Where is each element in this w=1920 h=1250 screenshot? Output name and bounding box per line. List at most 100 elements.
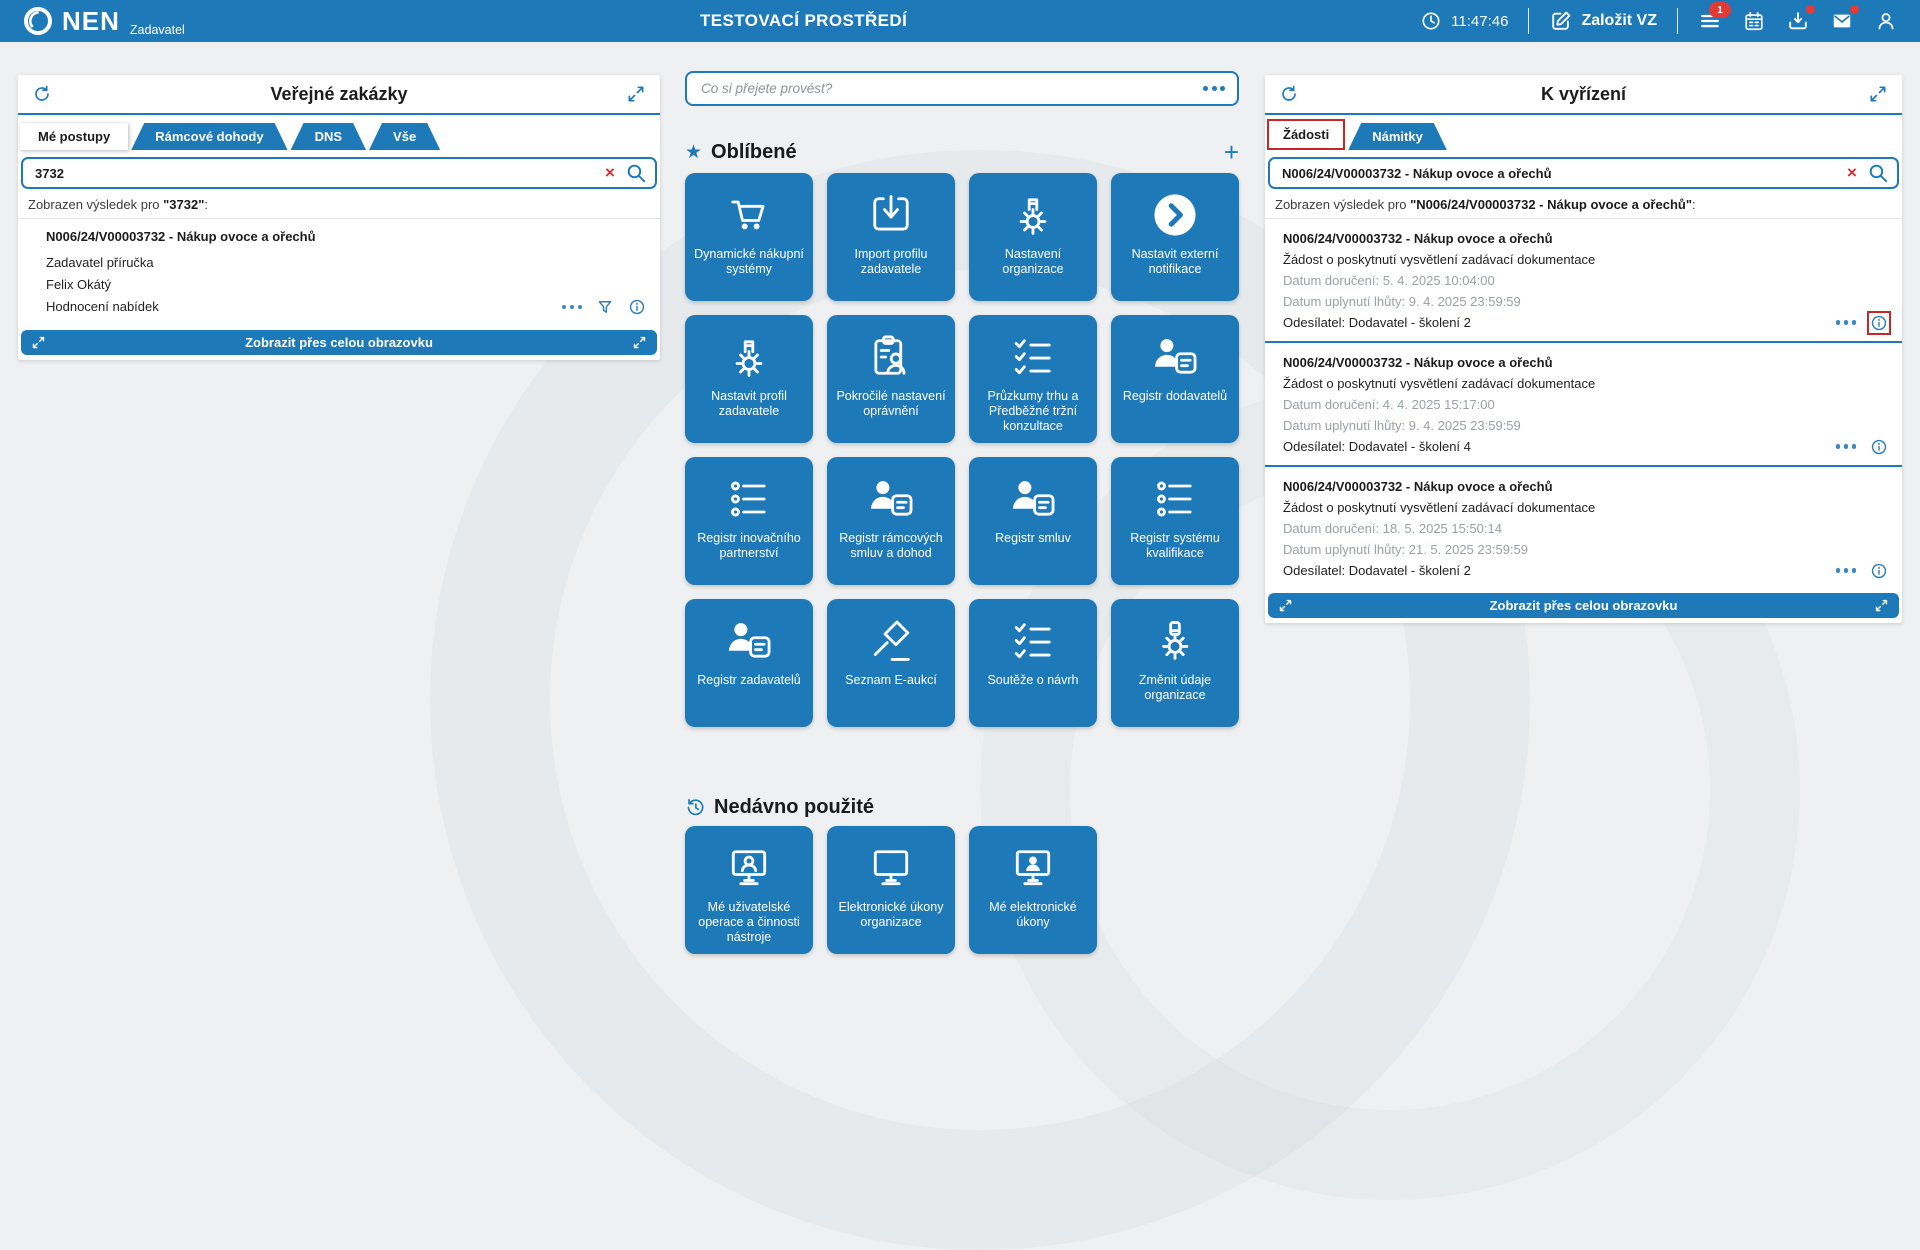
tile-my-electronic-acts[interactable]: Mé elektronické úkony — [969, 826, 1097, 954]
refresh-icon[interactable] — [32, 84, 52, 104]
more-options-icon[interactable] — [1835, 568, 1856, 573]
fullscreen-button[interactable]: Zobrazit přes celou obrazovku — [1268, 593, 1899, 618]
tile-set-external-notifications[interactable]: Nastavit externí notifikace — [1111, 173, 1239, 301]
create-vz-label: Založit VZ — [1581, 12, 1657, 29]
environment-title: TESTOVACÍ PROSTŘEDÍ — [700, 11, 908, 30]
clear-search-icon[interactable]: × — [601, 162, 619, 184]
tab-zadosti[interactable]: Žádosti — [1267, 119, 1346, 150]
tile-label: Mé elektronické úkony — [989, 900, 1077, 929]
menu-button[interactable]: 1 — [1698, 2, 1731, 33]
tab-vse[interactable]: Vše — [369, 123, 440, 150]
favorites-grid: Dynamické nákupní systémy Import profilu… — [685, 173, 1239, 727]
result-info-line: Zobrazen výsledek pro "3732": — [28, 197, 208, 212]
tile-supplier-register[interactable]: Registr dodavatelů — [1111, 315, 1239, 443]
tab-ramcove-dohody[interactable]: Rámcové dohody — [131, 123, 287, 150]
monitor-person-icon — [723, 842, 775, 894]
expand-icon[interactable] — [626, 84, 646, 104]
brand-name: NEN — [62, 6, 120, 36]
fullscreen-label: Zobrazit přes celou obrazovku — [1489, 598, 1678, 613]
messages-button[interactable] — [1830, 5, 1859, 33]
tile-e-auction-list[interactable]: Seznam E-aukcí — [827, 599, 955, 727]
tile-qualification-system-register[interactable]: Registr systému kvalifikace — [1111, 457, 1239, 585]
favorites-title: Oblíbené — [711, 140, 797, 163]
request-title: N006/24/V00003732 - Nákup ovoce a ořechů — [1283, 355, 1553, 370]
assistant-search-input[interactable] — [685, 71, 1239, 106]
tile-design-contests[interactable]: Soutěže o návrh — [969, 599, 1097, 727]
gear-building-icon — [1007, 189, 1059, 241]
more-options-icon[interactable] — [1835, 444, 1856, 449]
recent-grid: Mé uživatelské operace a činnosti nástro… — [685, 826, 1239, 954]
request-sender: Odesílatel: Dodavatel - školení 2 — [1283, 563, 1471, 578]
add-favorite-icon[interactable]: + — [1224, 139, 1239, 165]
tile-change-organization-details[interactable]: Změnit údaje organizace — [1111, 599, 1239, 727]
expand-icon — [1278, 598, 1293, 613]
refresh-icon[interactable] — [1279, 84, 1299, 104]
tile-label: Nastavit externí notifikace — [1131, 247, 1219, 276]
download-tray-icon — [1789, 12, 1807, 30]
clock-icon — [1419, 9, 1443, 33]
tab-dns[interactable]: DNS — [291, 123, 366, 150]
checklist-icon — [1007, 615, 1059, 667]
search-icon[interactable] — [625, 162, 647, 184]
tile-framework-contracts-register[interactable]: Registr rámcových smluv a dohod — [827, 457, 955, 585]
tile-market-research-preliminary-consultations[interactable]: Průzkumy trhu a Předběžné tržní konzulta… — [969, 315, 1097, 443]
tab-namitky[interactable]: Námitky — [1348, 123, 1447, 150]
request-item[interactable]: N006/24/V00003732 - Nákup ovoce a ořechů… — [1265, 219, 1902, 341]
divider — [18, 113, 660, 115]
vz-result-item[interactable]: N006/24/V00003732 - Nákup ovoce a ořechů… — [18, 219, 660, 326]
create-vz-button[interactable]: Založit VZ — [1549, 9, 1657, 33]
tile-contracting-authority-register[interactable]: Registr zadavatelů — [685, 599, 813, 727]
info-icon[interactable] — [628, 298, 646, 316]
assistant-more-icon[interactable] — [1203, 86, 1225, 91]
more-options-icon[interactable] — [1835, 320, 1856, 325]
expand-icon[interactable] — [1868, 84, 1888, 104]
expand-icon — [632, 335, 647, 350]
vz-search-input[interactable] — [21, 157, 657, 189]
tile-label: Registr zadavatelů — [697, 673, 801, 687]
person-doc-icon — [865, 473, 917, 525]
tile-advanced-permission-settings[interactable]: Pokročilé nastavení oprávnění — [827, 315, 955, 443]
calendar-icon — [1745, 11, 1763, 31]
dashboard-center: ★ Oblíbené + Dynamické nákupní systémy I… — [685, 71, 1239, 954]
requests-search-input[interactable] — [1268, 157, 1899, 189]
info-icon[interactable] — [1870, 562, 1888, 580]
calendar-button[interactable] — [1742, 9, 1766, 33]
tile-contract-register[interactable]: Registr smluv — [969, 457, 1097, 585]
nen-logo[interactable]: NEN Zadavatel — [0, 5, 185, 37]
tile-label: Mé uživatelské operace a činnosti nástro… — [698, 900, 800, 944]
import-icon — [865, 189, 917, 241]
compose-icon — [1549, 9, 1573, 33]
tile-organization-settings[interactable]: Nastavení organizace — [969, 173, 1097, 301]
request-item[interactable]: N006/24/V00003732 - Nákup ovoce a ořechů… — [1265, 341, 1902, 465]
inbox-download-button[interactable] — [1786, 5, 1815, 33]
request-received-date: Datum doručení: 18. 5. 2025 15:50:14 — [1283, 521, 1502, 536]
monitor-person-filled-icon — [1007, 842, 1059, 894]
tile-import-contracting-authority-profile[interactable]: Import profilu zadavatele — [827, 173, 955, 301]
tile-my-user-operations-tools[interactable]: Mé uživatelské operace a činnosti nástro… — [685, 826, 813, 954]
person-doc-icon — [1149, 331, 1201, 383]
brand-subtitle: Zadavatel — [129, 23, 185, 37]
tile-set-contracting-authority-profile[interactable]: Nastavit profil zadavatele — [685, 315, 813, 443]
fullscreen-button[interactable]: Zobrazit přes celou obrazovku — [21, 330, 657, 355]
gear-building-icon — [723, 331, 775, 383]
filter-icon[interactable] — [596, 298, 614, 316]
info-icon[interactable] — [1870, 438, 1888, 456]
bullet-list-icon — [1149, 473, 1201, 525]
request-title: N006/24/V00003732 - Nákup ovoce a ořechů — [1283, 479, 1553, 494]
left-panel-tabs: Mé postupy Rámcové dohody DNS Vše — [20, 122, 660, 150]
tile-innovation-partnership-register[interactable]: Registr inovačního partnerství — [685, 457, 813, 585]
recent-title: Nedávno použité — [714, 795, 875, 818]
cart-icon — [723, 189, 775, 241]
info-icon[interactable] — [1867, 310, 1891, 335]
tile-label: Soutěže o návrh — [987, 673, 1079, 687]
tab-me-postupy[interactable]: Mé postupy — [20, 123, 129, 150]
tile-label: Pokročilé nastavení oprávnění — [836, 389, 946, 418]
search-icon[interactable] — [1867, 162, 1889, 184]
more-options-icon[interactable] — [561, 304, 582, 310]
tile-organization-electronic-acts[interactable]: Elektronické úkony organizace — [827, 826, 955, 954]
chevron-circle-icon — [1149, 189, 1201, 241]
clear-search-icon[interactable]: × — [1843, 162, 1861, 184]
request-item[interactable]: N006/24/V00003732 - Nákup ovoce a ořechů… — [1265, 465, 1902, 589]
profile-button[interactable] — [1874, 9, 1898, 33]
tile-dynamic-purchasing-systems[interactable]: Dynamické nákupní systémy — [685, 173, 813, 301]
